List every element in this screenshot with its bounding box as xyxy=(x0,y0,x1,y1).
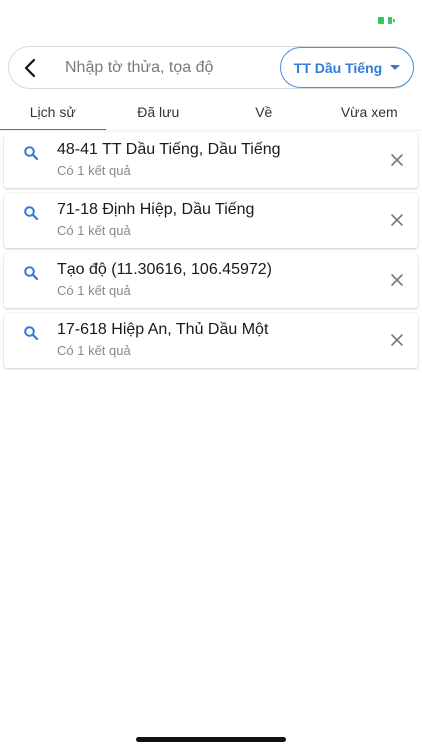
tab-label: Về xyxy=(255,103,273,120)
tab-recently-viewed[interactable]: Vừa xem xyxy=(317,92,422,131)
item-title: Tạo độ (11.30616, 106.45972) xyxy=(57,261,272,278)
item-title: 71-18 Định Hiệp, Dầu Tiếng xyxy=(57,201,255,218)
tab-label: Lịch sử xyxy=(29,103,76,120)
close-icon[interactable] xyxy=(390,153,404,167)
tab-bar: Lịch sử Đã lưu Về Vừa xem xyxy=(0,92,422,131)
battery-charging-icon xyxy=(377,16,395,25)
close-icon[interactable] xyxy=(390,333,404,347)
caret-down-icon xyxy=(390,65,401,70)
search-input[interactable] xyxy=(51,47,280,88)
chevron-left-icon xyxy=(24,58,36,77)
tab-history[interactable]: Lịch sử xyxy=(0,92,106,131)
tab-label: Đã lưu xyxy=(137,103,180,120)
tab-draw[interactable]: Về xyxy=(211,92,317,131)
item-subtitle: Có 1 kết quả xyxy=(57,163,131,178)
search-icon xyxy=(24,326,39,341)
search-icon xyxy=(24,206,39,221)
search-icon xyxy=(24,146,39,161)
close-icon[interactable] xyxy=(390,273,404,287)
list-item[interactable]: 17-618 Hiệp An, Thủ Dầu Một Có 1 kết quả xyxy=(4,313,418,368)
item-title: 17-618 Hiệp An, Thủ Dầu Một xyxy=(57,321,269,338)
tabs-divider xyxy=(0,130,422,131)
tab-label: Vừa xem xyxy=(340,103,398,120)
back-button[interactable] xyxy=(9,47,51,88)
history-list: 48-41 TT Dầu Tiếng, Dầu Tiếng Có 1 kết q… xyxy=(4,133,418,373)
region-select-label: TT Dầu Tiếng xyxy=(293,59,383,76)
item-subtitle: Có 1 kết quả xyxy=(57,223,131,238)
tab-saved[interactable]: Đã lưu xyxy=(106,92,212,131)
status-bar xyxy=(0,0,422,40)
list-item[interactable]: 48-41 TT Dầu Tiếng, Dầu Tiếng Có 1 kết q… xyxy=(4,133,418,188)
search-bar: TT Dầu Tiếng xyxy=(8,46,414,89)
item-title: 48-41 TT Dầu Tiếng, Dầu Tiếng xyxy=(57,141,281,158)
close-icon[interactable] xyxy=(390,213,404,227)
list-item[interactable]: 71-18 Định Hiệp, Dầu Tiếng Có 1 kết quả xyxy=(4,193,418,248)
search-icon xyxy=(24,266,39,281)
item-subtitle: Có 1 kết quả xyxy=(57,283,131,298)
item-subtitle: Có 1 kết quả xyxy=(57,343,131,358)
region-select[interactable]: TT Dầu Tiếng xyxy=(280,47,414,88)
list-item[interactable]: Tạo độ (11.30616, 106.45972) Có 1 kết qu… xyxy=(4,253,418,308)
home-indicator[interactable] xyxy=(136,737,286,742)
